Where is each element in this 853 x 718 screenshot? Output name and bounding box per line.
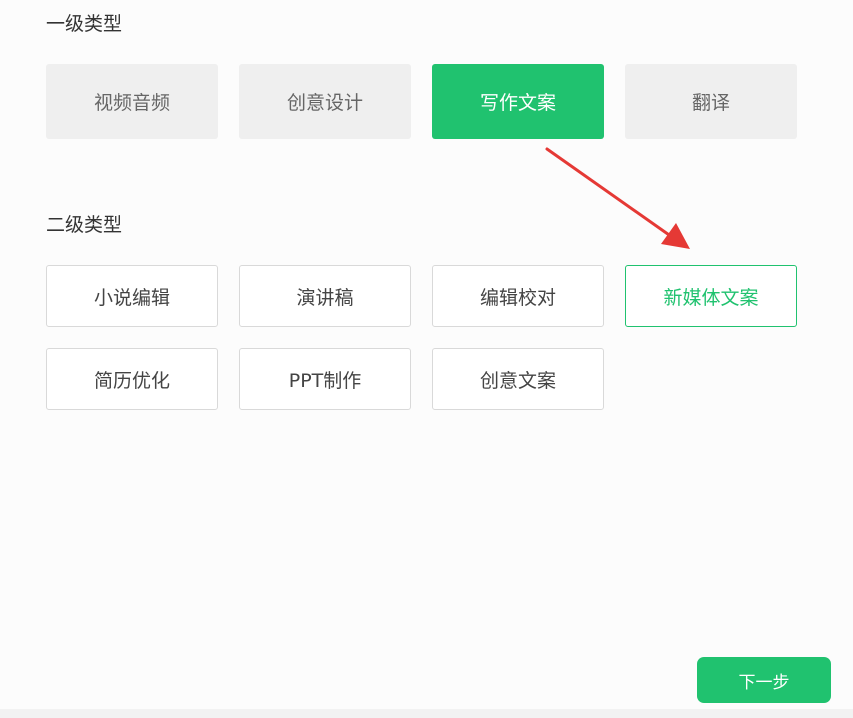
- primary-option-writing-copy[interactable]: 写作文案: [432, 64, 604, 139]
- footer-strip: [0, 709, 853, 718]
- secondary-option-ppt-making[interactable]: PPT制作: [239, 348, 411, 410]
- secondary-option-novel-editing[interactable]: 小说编辑: [46, 265, 218, 327]
- next-step-button[interactable]: 下一步: [697, 657, 831, 703]
- primary-type-title: 一级类型: [46, 13, 123, 35]
- secondary-option-speech-draft[interactable]: 演讲稿: [239, 265, 411, 327]
- secondary-option-resume-optimization[interactable]: 简历优化: [46, 348, 218, 410]
- secondary-option-proofreading[interactable]: 编辑校对: [432, 265, 604, 327]
- secondary-option-creative-copy[interactable]: 创意文案: [432, 348, 604, 410]
- primary-option-video-audio[interactable]: 视频音频: [46, 64, 218, 139]
- primary-option-translation[interactable]: 翻译: [625, 64, 797, 139]
- primary-option-creative-design[interactable]: 创意设计: [239, 64, 411, 139]
- secondary-option-new-media-copy[interactable]: 新媒体文案: [625, 265, 797, 327]
- secondary-type-title: 二级类型: [46, 214, 123, 236]
